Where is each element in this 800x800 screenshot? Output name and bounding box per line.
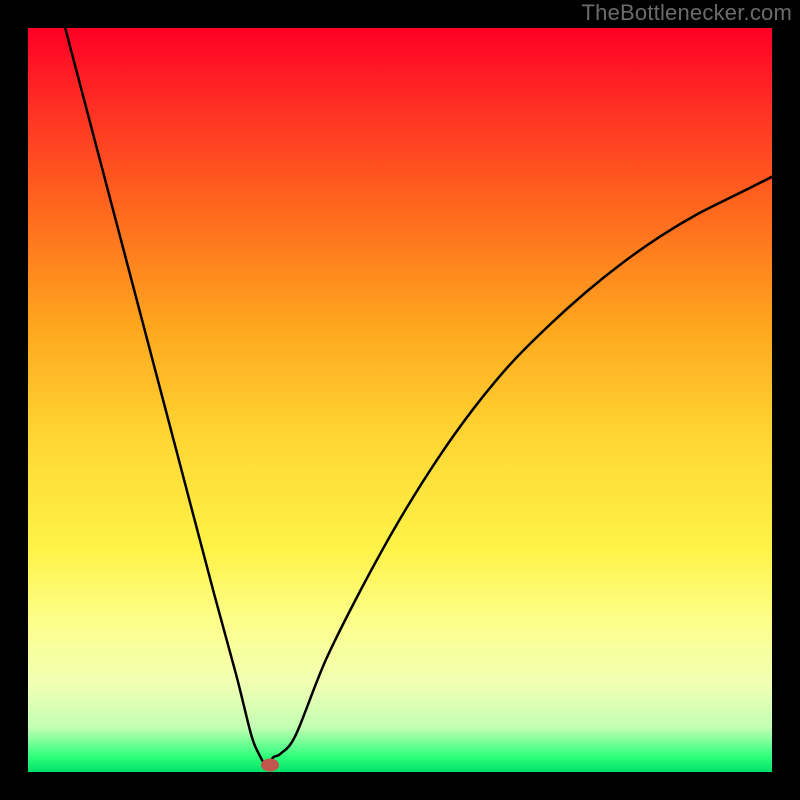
bottleneck-curve xyxy=(28,28,772,772)
chart-frame: TheBottlenecker.com xyxy=(0,0,800,800)
plot-area xyxy=(28,28,772,772)
watermark-label: TheBottlenecker.com xyxy=(582,0,792,26)
optimal-point-marker xyxy=(261,758,279,771)
